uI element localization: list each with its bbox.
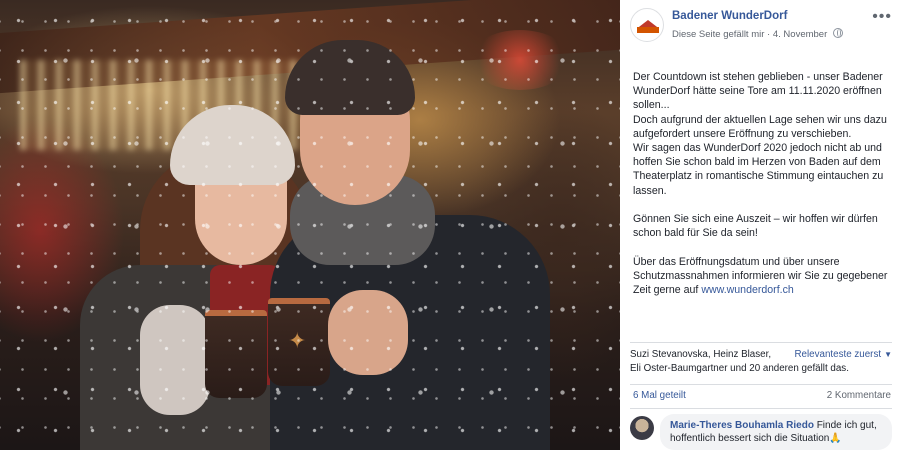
- comments-count-link[interactable]: 2 Kommentare: [827, 390, 891, 401]
- post-line: Wir sagen das WunderDorf 2020 jedoch nic…: [633, 142, 884, 197]
- divider: [630, 408, 892, 409]
- post-line: Der Countdown ist stehen geblieben - uns…: [633, 71, 883, 112]
- globe-icon[interactable]: [832, 28, 843, 38]
- more-options-icon[interactable]: •••: [872, 9, 892, 25]
- caret-down-icon: ▼: [884, 350, 892, 359]
- comment-item: Marie-Theres Bouhamla Riedo Finde ich gu…: [630, 414, 892, 450]
- divider: [630, 384, 892, 385]
- post-paragraph: Gönnen Sie sich eine Auszeit – wir hoffe…: [633, 212, 891, 240]
- like-page-link[interactable]: Diese Seite gefällt mir: [672, 29, 764, 40]
- post-body: Der Countdown ist stehen geblieben - uns…: [633, 70, 891, 297]
- post-header: Badener WunderDorf Diese Seite gefällt m…: [630, 8, 892, 44]
- comment-author-link[interactable]: Marie-Theres Bouhamla Riedo: [670, 420, 814, 431]
- reactions-summary[interactable]: Suzi Stevanovska, Heinz Blaser, Eli Oste…: [630, 348, 892, 376]
- meta-separator: ·: [764, 29, 773, 40]
- post-photo[interactable]: ✦: [0, 0, 620, 450]
- website-link[interactable]: www.wunderdorf.ch: [701, 284, 793, 296]
- post-meta: Diese Seite gefällt mir · 4. November: [672, 28, 843, 40]
- page-name-link[interactable]: Badener WunderDorf: [672, 10, 787, 22]
- engagement-counts: 6 Mal geteilt 2 Kommentare: [633, 390, 891, 401]
- post-line: Doch aufgrund der aktuellen Lage sehen w…: [633, 113, 887, 140]
- sort-dropdown[interactable]: Relevanteste zuerst ▼: [794, 348, 892, 362]
- snowfall-overlay: [0, 0, 620, 450]
- post-paragraph: Über das Eröffnungsdatum und über unsere…: [633, 255, 891, 298]
- wunderdorf-logo-icon[interactable]: [630, 8, 664, 42]
- shares-link[interactable]: 6 Mal geteilt: [633, 390, 686, 401]
- post-panel: Badener WunderDorf Diese Seite gefällt m…: [620, 0, 900, 450]
- post-line: Gönnen Sie sich eine Auszeit – wir hoffe…: [633, 213, 878, 240]
- sort-label: Relevanteste zuerst: [794, 349, 882, 360]
- post-date[interactable]: 4. November: [773, 29, 827, 40]
- commenter-avatar[interactable]: [630, 416, 654, 440]
- divider: [630, 342, 892, 343]
- comment-bubble: Marie-Theres Bouhamla Riedo Finde ich gu…: [660, 414, 892, 450]
- logo-base: [637, 27, 659, 33]
- post-paragraph: Der Countdown ist stehen geblieben - uns…: [633, 70, 891, 198]
- reactions-line: Eli Oster-Baumgartner und 20 anderen gef…: [630, 363, 849, 374]
